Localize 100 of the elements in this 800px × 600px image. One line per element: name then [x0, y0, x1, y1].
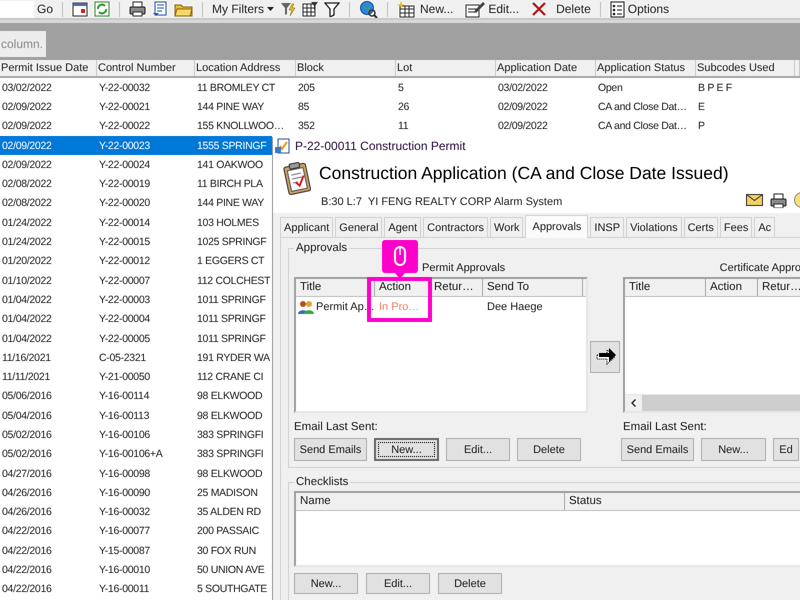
column-header[interactable]: Title: [296, 279, 375, 296]
action-button[interactable]: New...: [294, 573, 358, 594]
edit-record-icon: [465, 0, 486, 18]
tab[interactable]: General: [335, 217, 382, 237]
table-row[interactable]: 04/27/2016 Y-16-00098 98 ELKWOOD: [0, 464, 272, 484]
action-button[interactable]: New...: [701, 438, 766, 461]
tab[interactable]: Violations: [626, 217, 682, 237]
table-cell-text: 144 PINE WAY: [196, 100, 266, 113]
column-header[interactable]: Block: [296, 60, 396, 76]
table-cell-text: 02/09/2022: [497, 120, 549, 132]
print-icon[interactable]: [770, 192, 787, 208]
table-cell-text: Y-22-00022: [98, 120, 151, 132]
table-row[interactable]: 02/09/2022 Y-22-00021 144 PINE WAY 85 26 02/09/2022 CA and Close Dat… E: [0, 97, 800, 117]
table-row[interactable]: 05/04/2016 Y-16-00113 98 ELKWOOD: [0, 406, 272, 426]
action-button[interactable]: Send Emails: [294, 438, 367, 461]
edit-button[interactable]: Edit...: [462, 0, 522, 18]
action-button[interactable]: Send Emails: [621, 438, 694, 461]
search-field[interactable]: [0, 0, 34, 18]
globe-search-icon[interactable]: [359, 0, 378, 18]
column-header[interactable]: Application Status: [596, 60, 696, 76]
refresh-icon[interactable]: [94, 1, 110, 17]
table-row[interactable]: 04/26/2016 Y-16-00032 35 ALDEN RD: [0, 502, 272, 522]
table-row[interactable]: 01/24/2022 Y-22-00015 1025 SPRINGF: [0, 232, 272, 252]
action-button[interactable]: Delete: [517, 438, 581, 461]
new-button[interactable]: New...: [394, 0, 456, 18]
table-cell-text: 04/27/2016: [1, 468, 53, 480]
tab[interactable]: Contractors: [423, 217, 488, 237]
table-row[interactable]: 04/22/2016 Y-16-00077 200 PASSAIC: [0, 522, 272, 542]
column-header[interactable]: Retur…: [758, 279, 800, 296]
column-header[interactable]: Name: [296, 493, 565, 510]
funnel-icon[interactable]: [324, 1, 340, 17]
funnel-bolt-icon[interactable]: [280, 1, 296, 17]
table-filter-icon[interactable]: [302, 1, 318, 17]
column-header[interactable]: Retur…: [430, 279, 483, 296]
column-header[interactable]: Title: [625, 279, 706, 296]
table-row[interactable]: 04/22/2016 Y-15-00087 30 FOX RUN: [0, 541, 272, 560]
calendar-icon[interactable]: [72, 1, 88, 17]
table-row[interactable]: 02/09/2022 Y-22-00022 155 KNOLLWOO… 352 11 02/09/2022 CA and Close Dat… P: [0, 116, 800, 136]
tab[interactable]: Agent: [384, 217, 422, 237]
action-button[interactable]: Ed: [773, 438, 799, 461]
action-button[interactable]: Edit...: [366, 573, 430, 594]
column-header[interactable]: Send To: [483, 279, 583, 296]
table-row[interactable]: 11/11/2021 Y-21-00050 112 CRANE CI: [0, 367, 272, 387]
table-row[interactable]: 01/20/2022 Y-22-00012 1 EGGERS CT: [0, 252, 272, 271]
table-row[interactable]: 04/26/2016 Y-16-00090 25 MADISON: [0, 483, 272, 503]
table-row[interactable]: 04/22/2016 Y-16-00011 5 SOUTHGATE: [0, 580, 272, 600]
table-row[interactable]: 02/09/2022 Y-22-00023 1555 SPRINGF: [0, 136, 272, 156]
table-cell-text: 01/04/2022: [1, 332, 53, 344]
table-row[interactable]: 01/04/2022 Y-22-00003 1011 SPRINGF: [0, 290, 272, 310]
table-row[interactable]: 01/24/2022 Y-22-00014 103 HOLMES: [0, 213, 272, 232]
column-header[interactable]: Action: [706, 279, 758, 296]
column-header[interactable]: Control Number: [97, 60, 195, 76]
document-icon[interactable]: [152, 1, 168, 17]
action-button[interactable]: New...: [374, 438, 439, 461]
column-header[interactable]: Action: [375, 279, 430, 296]
chevron-left-icon[interactable]: [631, 399, 636, 407]
tab[interactable]: Applicant: [280, 217, 334, 237]
table-row[interactable]: 11/16/2021 C-05-2321 191 RYDER WA: [0, 348, 272, 368]
mail-icon[interactable]: [746, 194, 763, 206]
table-cell-text: 03/02/2022: [1, 82, 53, 94]
table-row[interactable]: 03/02/2022 Y-22-00032 11 BROMLEY CT 205 5 03/02/2022 Open B P E F: [0, 78, 800, 98]
table-row[interactable]: 05/02/2016 Y-16-00106+A 383 SPRINGFI: [0, 444, 272, 464]
copy-button[interactable]: [590, 341, 620, 373]
table-row[interactable]: 02/09/2022 Y-22-00024 141 OAKWOO: [0, 155, 272, 174]
table-cell-text: Y-16-00114: [98, 390, 150, 402]
table-cell-text: Y-16-00090: [98, 486, 151, 499]
action-button[interactable]: Delete: [438, 573, 502, 594]
table-cell-text: Y-16-00113: [98, 410, 150, 422]
scrollbar[interactable]: [625, 394, 800, 411]
table-row[interactable]: 01/04/2022 Y-22-00005 1011 SPRINGF: [0, 328, 272, 348]
tab[interactable]: Ac: [754, 217, 776, 237]
tab[interactable]: INSP: [590, 217, 624, 237]
tab[interactable]: Approvals: [525, 215, 588, 238]
print-icon[interactable]: [129, 1, 146, 17]
column-header[interactable]: Status: [565, 493, 800, 510]
table-row[interactable]: 02/08/2022 Y-22-00019 11 BIRCH PLA: [0, 174, 272, 194]
tab[interactable]: Work: [490, 217, 524, 237]
delete-button[interactable]: Delete: [528, 0, 594, 18]
table-cell-text: P: [697, 120, 706, 132]
column-header[interactable]: Application Date: [496, 60, 596, 76]
options-button[interactable]: Options: [606, 0, 672, 18]
filters-dropdown[interactable]: My Filters: [209, 0, 278, 18]
table-cell-text: Y-22-00005: [98, 332, 151, 344]
table-row[interactable]: 02/08/2022 Y-22-00020 144 PINE WAY: [0, 194, 272, 214]
action-button[interactable]: Edit...: [446, 438, 510, 461]
tab[interactable]: Certs: [684, 217, 718, 237]
table-cell-text: 01/24/2022: [1, 216, 53, 229]
column-header[interactable]: Lot: [396, 60, 496, 76]
column-header[interactable]: Subcodes Used: [696, 60, 795, 76]
table-cell-text: 1025 SPRINGF: [196, 236, 268, 248]
tab[interactable]: Fees: [720, 217, 752, 237]
table-cell-text: CA and Close Dat…: [597, 120, 688, 132]
go-button[interactable]: Go: [34, 0, 56, 18]
table-row[interactable]: 01/04/2022 Y-22-00004 1011 SPRINGF: [0, 310, 272, 329]
table-row[interactable]: 05/06/2016 Y-16-00114 98 ELKWOOD: [0, 386, 272, 406]
column-header[interactable]: Permit Issue Date: [0, 60, 97, 76]
table-row[interactable]: 01/10/2022 Y-22-00007 112 COLCHEST: [0, 270, 272, 290]
column-header[interactable]: Location Address: [195, 60, 296, 76]
table-row[interactable]: 04/22/2016 Y-16-00010 50 UNION AVE: [0, 560, 272, 580]
table-row[interactable]: 05/02/2016 Y-16-00106 383 SPRINGFI: [0, 425, 272, 445]
